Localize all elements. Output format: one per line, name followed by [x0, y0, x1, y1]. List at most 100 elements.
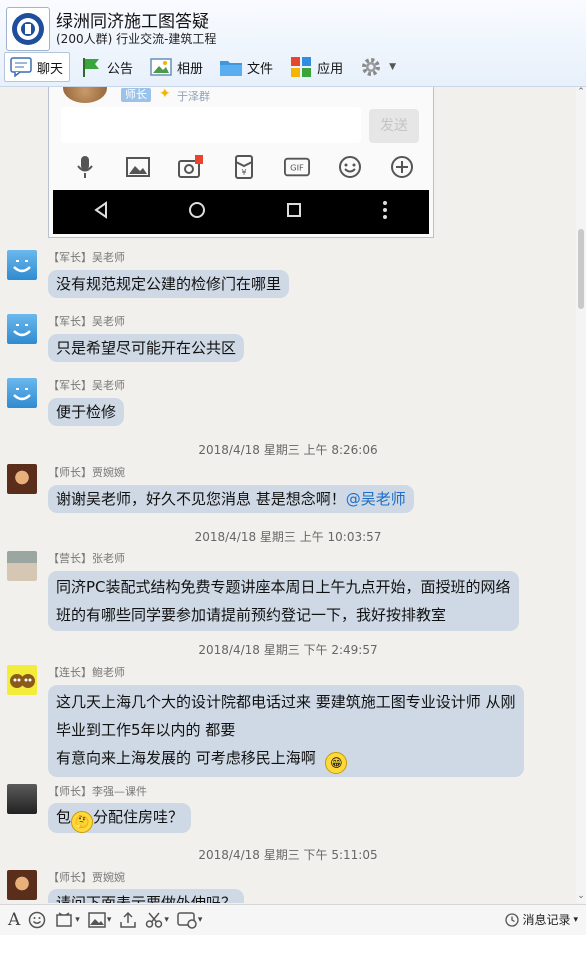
chevron-down-icon: ▼ [389, 62, 396, 72]
cartoon-faces-avatar-icon [10, 674, 35, 688]
sender-role: 【师长】 [48, 871, 92, 884]
message-text: 包 [56, 808, 72, 826]
chat-message-area[interactable]: 师长 ✦ 于泽群 发送 ¥ GIF 【军长】吴老师 没有规范规定公建的检修门在哪… [0, 87, 576, 903]
image-message-screenshot[interactable]: 师长 ✦ 于泽群 发送 ¥ GIF [48, 87, 434, 238]
red-packet-icon: ¥ [231, 154, 257, 180]
message-text-line: 这几天上海几个大的设计院都电话过来 要建筑施工图专业设计师 从刚 [56, 693, 516, 711]
recents-square-icon [285, 201, 303, 223]
scroll-thumb[interactable] [578, 229, 584, 309]
home-circle-icon [187, 200, 207, 224]
sender-role: 【连长】 [48, 666, 92, 679]
chevron-down-icon: ▾ [164, 915, 169, 925]
tab-album[interactable]: 相册 [144, 52, 210, 82]
message-bubble[interactable]: 这几天上海几个大的设计院都电话过来 要建筑施工图专业设计师 从刚 毕业到工作5年… [48, 685, 524, 777]
sender-role: 【营长】 [48, 552, 92, 565]
scissors-icon [146, 912, 163, 928]
group-toolbar: 聊天 公告 相册 文件 应用 ▼ [4, 52, 407, 82]
back-triangle-icon [92, 201, 110, 223]
emoji-button[interactable] [28, 911, 46, 929]
camera-icon [178, 154, 204, 180]
avatar[interactable] [7, 250, 37, 280]
message-text-line: 毕业到工作5年以内的 都要 [56, 721, 236, 739]
avatar[interactable] [7, 464, 37, 494]
message-text-line: 班的有哪些同学要参加请提前预约登记一下，我好按排教室 [56, 606, 447, 624]
message-box-icon [177, 912, 197, 929]
chat-scrollbar[interactable]: ⌃ ⌄ [576, 87, 586, 903]
message-bubble[interactable]: 同济PC装配式结构免费专题讲座本周日上午九点开始，面授班的网络 班的有哪些同学要… [48, 571, 519, 631]
tab-announcement[interactable]: 公告 [74, 52, 140, 82]
screenshot-sender-row: 师长 ✦ 于泽群 [59, 87, 419, 105]
svg-text:¥: ¥ [241, 168, 246, 177]
upload-button[interactable] [119, 911, 137, 929]
message-timestamp: 2018/4/18 星期三 上午 8:26:06 [198, 443, 378, 457]
gear-icon [359, 56, 383, 78]
tab-chat[interactable]: 聊天 [4, 52, 71, 82]
message-sender: 【军长】吴老师 [48, 377, 125, 393]
input-toolbar: A ▾ ▾ ▾ ▾ 消息记录 ▾ [0, 904, 586, 935]
tab-files-label: 文件 [247, 61, 274, 77]
chevron-down-icon: ▾ [75, 915, 80, 925]
screen-shake-icon [56, 912, 73, 927]
message-input[interactable] [0, 935, 586, 965]
clock-icon [505, 912, 520, 927]
message-text: 只是希望尽可能开在公共区 [56, 339, 237, 357]
avatar[interactable] [7, 870, 37, 900]
message-bubble[interactable]: 便于检修 [48, 398, 125, 426]
tab-apps-label: 应用 [317, 61, 344, 77]
screenshot-nav-bar [53, 190, 429, 234]
avatar[interactable] [7, 784, 37, 814]
message-timestamp: 2018/4/18 星期三 下午 5:11:05 [198, 848, 378, 862]
screenshot-avatar [63, 87, 107, 103]
tab-apps[interactable]: 应用 [284, 52, 350, 82]
tab-chat-label: 聊天 [37, 61, 64, 77]
avatar[interactable] [7, 314, 37, 344]
vibrate-button[interactable]: ▾ [54, 911, 80, 929]
sender-role: 【师长】 [48, 466, 92, 479]
message-text: 分配住房哇？ [93, 808, 184, 826]
sender-name: 吴老师 [92, 251, 125, 264]
message-sender: 【军长】吴老师 [48, 313, 125, 329]
message-sender: 【师长】贾婉婉 [48, 869, 125, 885]
scroll-up-icon[interactable]: ⌃ [576, 87, 586, 97]
message-bubble[interactable]: 只是希望尽可能开在公共区 [48, 334, 245, 362]
message-history-button[interactable]: 消息记录 ▾ [505, 911, 578, 928]
message-text: 有意向来上海发展的 可考虑移民上海啊 [56, 749, 316, 767]
message-bubble[interactable]: 请问下面表示要做外伸吗？ [48, 889, 245, 903]
image-button[interactable]: ▾ [88, 912, 112, 928]
star-icon: ✦ [159, 87, 171, 102]
tab-files[interactable]: 文件 [214, 52, 280, 82]
message-bubble[interactable]: 包 🤔 分配住房哇？ [48, 803, 192, 833]
chevron-down-icon: ▾ [197, 915, 203, 925]
tab-announcement-label: 公告 [107, 61, 134, 77]
announcement-flag-icon [79, 56, 103, 78]
message-sender: 【连长】鲍老师 [48, 664, 125, 680]
message-text: 请问下面表示要做外伸吗？ [56, 894, 237, 903]
sender-role: 【军长】 [48, 379, 92, 392]
message-text: 没有规范规定公建的检修门在哪里 [56, 275, 282, 293]
avatar[interactable] [7, 551, 37, 581]
font-button[interactable]: A [8, 910, 20, 930]
more-tools-button[interactable]: ▾ [177, 911, 203, 929]
avatar[interactable] [7, 665, 37, 695]
screenshot-send-button: 发送 [369, 109, 419, 143]
sender-name: 吴老师 [92, 379, 125, 392]
message-bubble[interactable]: 没有规范规定公建的检修门在哪里 [48, 270, 290, 298]
group-avatar[interactable] [6, 7, 50, 51]
message-bubble[interactable]: 谢谢吴老师，好久不见您消息 甚是想念啊！@吴老师 [48, 485, 414, 513]
sender-name: 贾婉婉 [92, 871, 125, 884]
svg-text:GIF: GIF [290, 163, 304, 173]
album-icon [149, 56, 173, 78]
chevron-down-icon: ▾ [106, 915, 112, 925]
smiley-icon [337, 154, 363, 180]
scroll-down-icon[interactable]: ⌄ [576, 891, 586, 901]
sender-name: 贾婉婉 [92, 466, 125, 479]
microphone-icon [72, 154, 98, 180]
picture-icon [88, 912, 106, 928]
mention-link[interactable]: @吴老师 [346, 490, 406, 508]
settings-menu-button[interactable]: ▼ [354, 52, 403, 82]
group-subtitle: (200人群) 行业交流-建筑工程 [56, 32, 217, 46]
screenshot-button[interactable]: ▾ [145, 911, 169, 929]
avatar[interactable] [7, 378, 37, 408]
message-timestamp: 2018/4/18 星期三 下午 2:49:57 [198, 643, 378, 657]
sender-name: 吴老师 [92, 315, 125, 328]
